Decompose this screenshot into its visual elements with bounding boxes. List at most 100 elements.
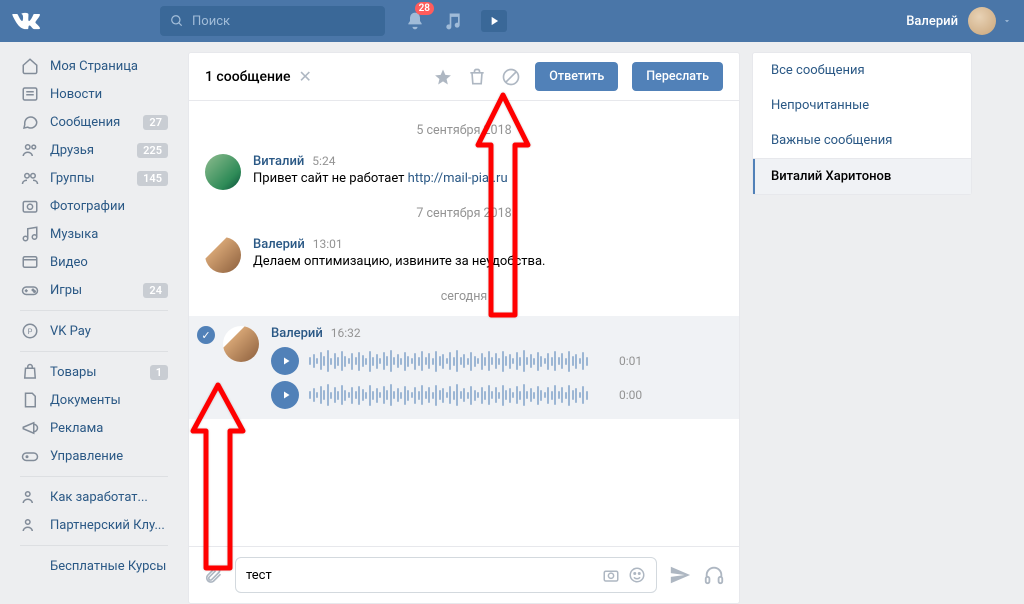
count-badge: 27 — [143, 115, 168, 130]
sidebar-label: Музыка — [50, 227, 98, 242]
msg-text: Привет сайт не работает http://mail-piar… — [253, 171, 723, 186]
sidebar-label: Игры — [50, 283, 82, 298]
close-selection-icon[interactable]: ✕ — [299, 67, 312, 86]
selection-count: 1 сообщение — [205, 69, 291, 85]
sidebar-item-messages[interactable]: Сообщения27 — [12, 108, 176, 136]
friends-icon — [20, 140, 40, 160]
chevron-down-icon — [1002, 16, 1012, 26]
sidebar-label: Реклама — [50, 421, 103, 436]
music-icon[interactable] — [443, 11, 463, 31]
msg-link[interactable]: http://mail-piar.ru — [408, 171, 508, 186]
filter-conversation[interactable]: Виталий Харитонов — [753, 159, 971, 194]
waveform[interactable] — [309, 349, 609, 373]
sidebar-label: Видео — [50, 255, 88, 270]
svg-text:P: P — [28, 327, 33, 336]
count-badge: 145 — [137, 171, 168, 186]
sidebar-item-manage[interactable]: Управление — [12, 442, 176, 470]
message[interactable]: Валерий13:01 Делаем оптимизацию, извинит… — [189, 233, 739, 277]
sender-name[interactable]: Валерий — [253, 237, 305, 252]
sidebar-item-friends[interactable]: Друзья 225 — [12, 136, 176, 164]
reply-button[interactable]: Ответить — [535, 62, 618, 91]
search-input[interactable]: Поиск — [160, 6, 385, 36]
msg-time: 13:01 — [313, 237, 343, 251]
sidebar-item-earn[interactable]: Как заработат... — [12, 483, 176, 511]
user-menu[interactable]: Валерий — [906, 7, 1012, 35]
bag-icon — [20, 362, 40, 382]
date-separator: сегодня — [189, 289, 739, 304]
sidebar-label: Документы — [50, 393, 121, 408]
friends-icon — [20, 515, 40, 535]
sidebar-item-groups[interactable]: Группы145 — [12, 164, 176, 192]
friends-icon — [20, 556, 40, 576]
vk-logo[interactable] — [12, 7, 40, 35]
check-icon[interactable]: ✓ — [197, 326, 215, 344]
sidebar-item-music[interactable]: Музыка — [12, 220, 176, 248]
sidebar-item-docs[interactable]: Документы — [12, 386, 176, 414]
input-value: тест — [246, 568, 272, 583]
avatar[interactable] — [205, 154, 241, 190]
sidebar-label: Моя Страница — [50, 59, 138, 74]
sidebar-item-vkpay[interactable]: P VK Pay — [12, 317, 176, 345]
sidebar-item-mypage[interactable]: Моя Страница — [12, 52, 176, 80]
filter-all[interactable]: Все сообщения — [753, 53, 971, 88]
sidebar-item-courses[interactable]: Бесплатные Курсы — [12, 552, 176, 580]
audio-message[interactable]: 0:00 — [271, 381, 723, 409]
msg-time: 5:24 — [312, 154, 335, 168]
headphones-icon[interactable] — [703, 564, 725, 586]
notification-badge: 28 — [415, 2, 434, 15]
count-badge: 24 — [143, 283, 168, 298]
video-play-icon[interactable] — [481, 10, 507, 32]
emoji-icon[interactable] — [628, 566, 646, 584]
home-icon — [20, 56, 40, 76]
search-placeholder: Поиск — [192, 14, 230, 29]
separator — [20, 476, 168, 477]
sidebar-item-partner[interactable]: Партнерский Клу... — [12, 511, 176, 539]
sidebar-item-ads[interactable]: Реклама — [12, 414, 176, 442]
notifications-icon[interactable]: 28 — [405, 11, 425, 31]
delete-icon[interactable] — [467, 67, 487, 87]
manage-icon — [20, 446, 40, 466]
sidebar-label: Товары — [50, 365, 96, 380]
sidebar-label: Друзья — [50, 143, 94, 158]
sidebar-label: Бесплатные Курсы — [50, 559, 166, 574]
sidebar-item-video[interactable]: Видео — [12, 248, 176, 276]
forward-button[interactable]: Переслать — [632, 62, 723, 91]
sidebar-item-games[interactable]: Игры 24 — [12, 276, 176, 304]
count-badge: 225 — [137, 143, 168, 158]
video-icon — [20, 252, 40, 272]
play-icon[interactable] — [271, 381, 299, 409]
pay-icon: P — [20, 321, 40, 341]
attach-icon[interactable] — [203, 565, 223, 585]
sidebar-label: VK Pay — [50, 324, 91, 339]
filter-unread[interactable]: Непрочитанные — [753, 88, 971, 123]
star-icon[interactable] — [433, 67, 453, 87]
avatar — [968, 7, 996, 35]
chat-panel: 1 сообщение ✕ Ответить Переслать 5 сентя… — [188, 52, 740, 604]
message-input[interactable]: тест — [235, 557, 657, 593]
message-selected[interactable]: ✓ Валерий16:32 0:01 0:00 — [189, 316, 739, 419]
chat-header: 1 сообщение ✕ Ответить Переслать — [189, 53, 739, 101]
ad-icon — [20, 418, 40, 438]
message[interactable]: Виталий 5:24 Привет сайт не работает http… — [189, 150, 739, 194]
sidebar-item-news[interactable]: Новости — [12, 80, 176, 108]
waveform[interactable] — [309, 383, 609, 407]
doc-icon — [20, 390, 40, 410]
left-sidebar: Моя Страница Новости Сообщения27 Друзья 2… — [12, 52, 176, 604]
date-separator: 7 сентября 2018 — [189, 206, 739, 221]
sender-name[interactable]: Валерий — [271, 326, 323, 341]
send-icon[interactable] — [669, 564, 691, 586]
sidebar-item-photos[interactable]: Фотографии — [12, 192, 176, 220]
camera-icon[interactable] — [602, 566, 620, 584]
separator — [20, 310, 168, 311]
audio-message[interactable]: 0:01 — [271, 347, 723, 375]
avatar[interactable] — [223, 326, 259, 362]
separator — [20, 351, 168, 352]
chat-footer: тест — [189, 546, 739, 603]
sender-name[interactable]: Виталий — [253, 154, 304, 169]
photo-icon — [20, 196, 40, 216]
avatar[interactable] — [205, 237, 241, 273]
spam-icon[interactable] — [501, 67, 521, 87]
play-icon[interactable] — [271, 347, 299, 375]
filter-important[interactable]: Важные сообщения — [753, 123, 971, 158]
sidebar-item-goods[interactable]: Товары1 — [12, 358, 176, 386]
